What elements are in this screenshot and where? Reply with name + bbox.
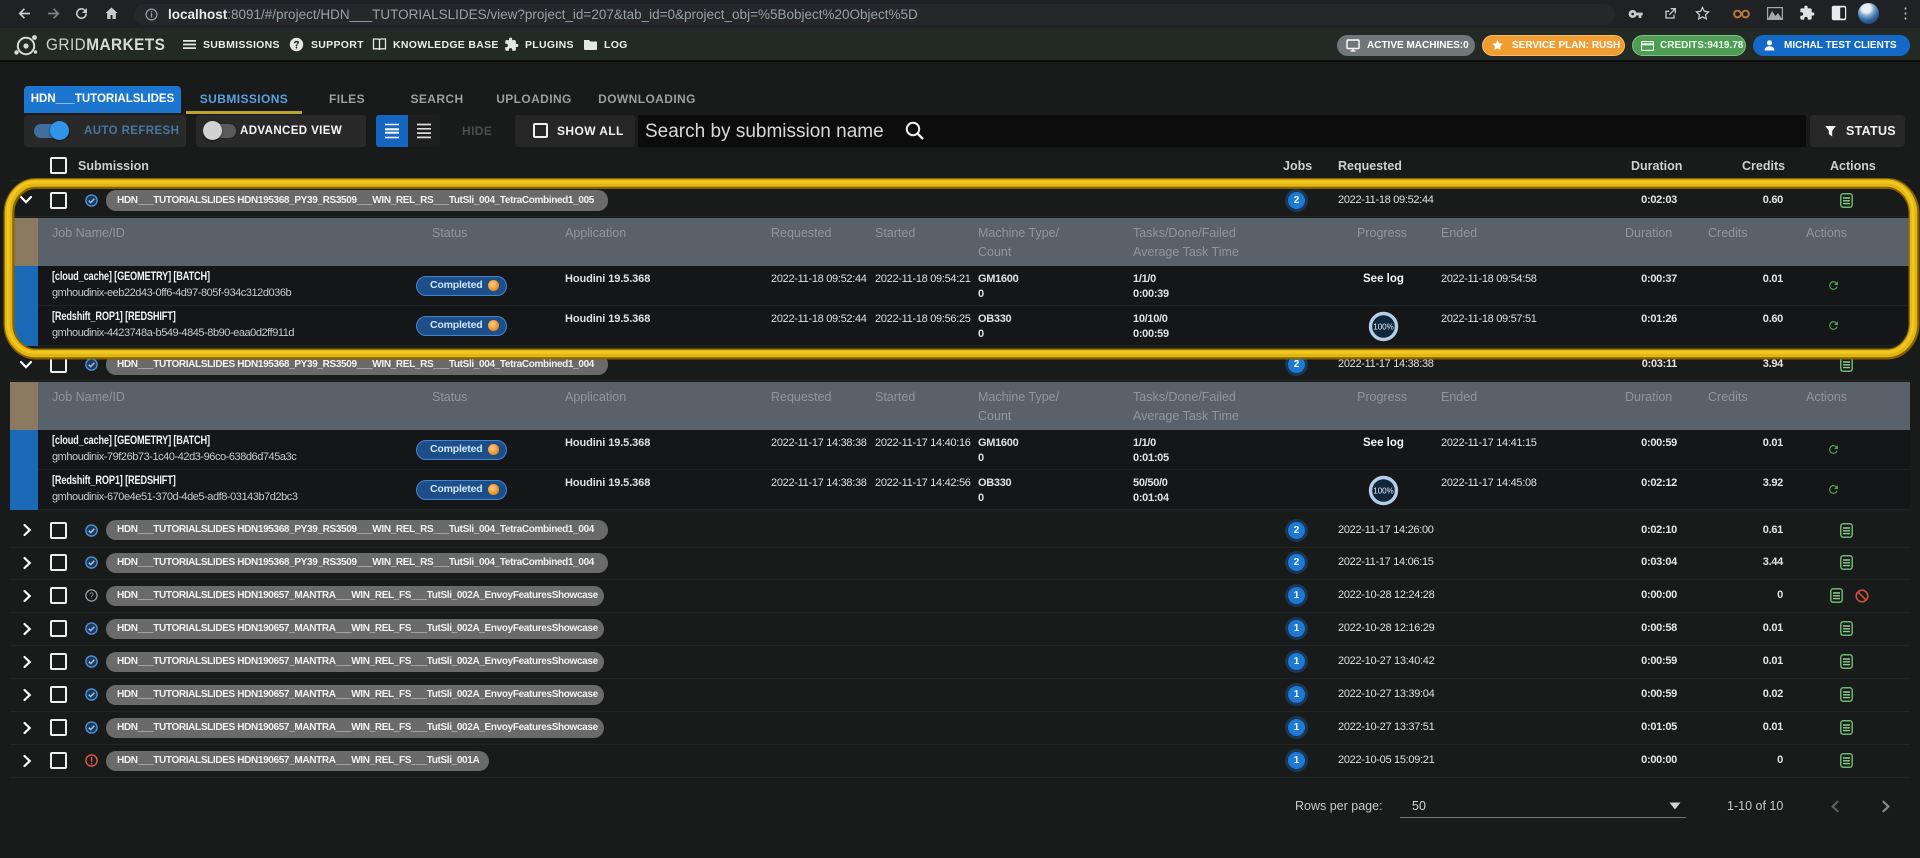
svg-text:100%: 100% [1373,487,1393,496]
svg-text:?: ? [89,591,94,601]
svg-text:100%: 100% [1373,323,1393,332]
